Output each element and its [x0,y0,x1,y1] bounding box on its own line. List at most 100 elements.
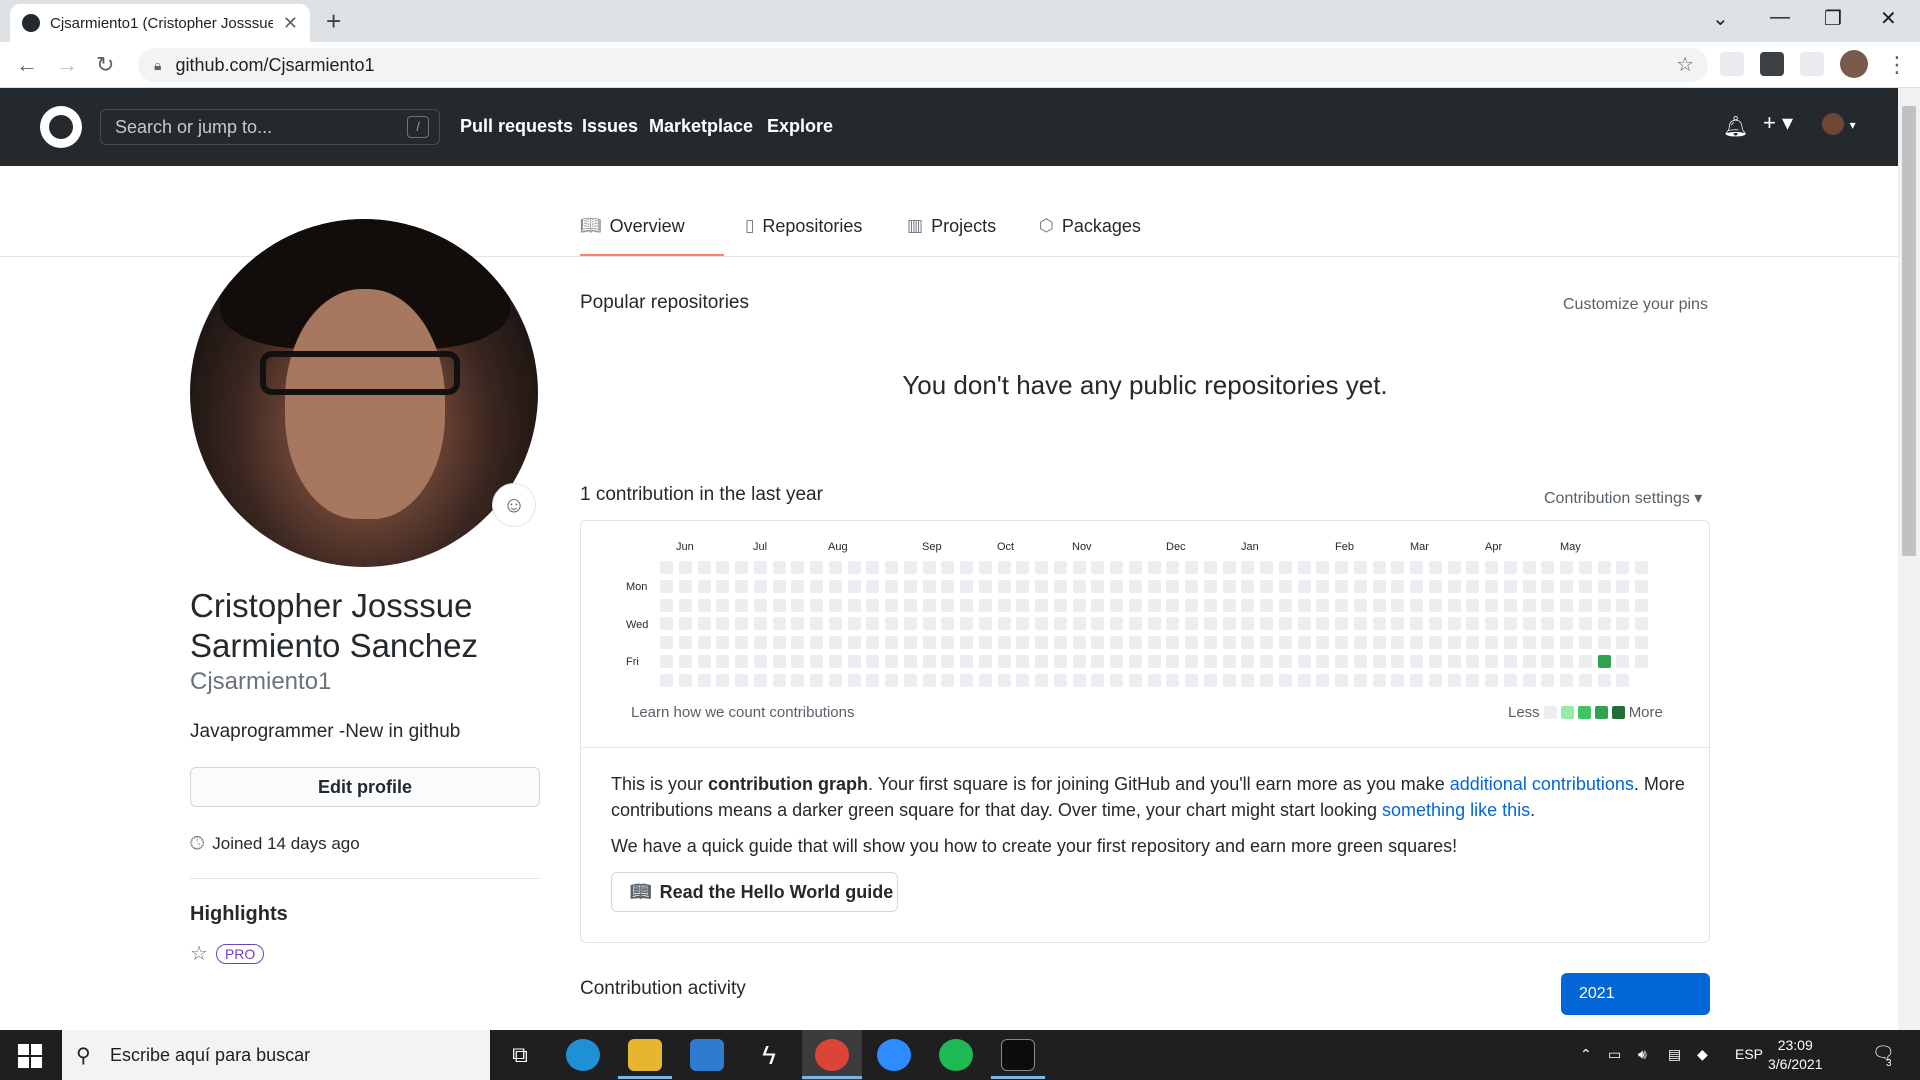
contribution-day-cell[interactable] [847,617,861,631]
contribution-day-cell[interactable] [1485,617,1498,631]
contribution-day-cell[interactable] [1035,673,1048,687]
contribution-day-cell[interactable] [772,617,786,631]
contribution-day-cell[interactable] [1035,636,1048,649]
network-icon[interactable]: ▤ [1668,1046,1681,1063]
contribution-day-cell[interactable] [735,579,748,593]
contribution-day-cell[interactable] [997,598,1011,612]
contribution-day-cell[interactable] [1541,579,1555,593]
new-tab-icon[interactable]: + [326,8,341,34]
contribution-day-cell[interactable] [997,654,1011,668]
contribution-day-cell[interactable] [1560,579,1573,593]
contribution-day-cell[interactable] [1428,636,1442,649]
contribution-day-cell[interactable] [941,598,955,612]
contribution-day-cell[interactable] [1260,579,1273,593]
contribution-day-cell[interactable] [660,617,673,631]
contribution-day-cell[interactable] [791,673,805,687]
contribution-day-cell[interactable] [978,654,992,668]
contribution-day-cell[interactable] [1447,579,1461,593]
contribution-day-cell[interactable] [903,673,917,687]
contribution-day-cell[interactable] [941,561,955,574]
contribution-day-cell[interactable] [810,673,823,687]
contribution-day-cell[interactable] [1016,617,1030,631]
contribution-day-cell[interactable] [866,636,880,649]
contribution-day-cell[interactable] [1072,561,1086,574]
contribution-day-cell[interactable] [885,636,898,649]
contribution-day-cell[interactable] [697,561,711,574]
close-window-icon[interactable]: ✕ [1880,6,1897,31]
contribution-day-cell[interactable] [1503,654,1517,668]
contribution-day-cell[interactable] [1560,598,1573,612]
contribution-day-cell[interactable] [978,617,992,631]
contribution-day-cell[interactable] [660,673,673,687]
contribution-day-cell[interactable] [1353,598,1367,612]
tab-packages[interactable]: ⬡ Packages [1039,216,1141,256]
search-input[interactable]: Search or jump to... / [100,109,440,145]
contribution-day-cell[interactable] [1166,654,1180,668]
contribution-day-cell[interactable] [1466,673,1480,687]
contribution-day-cell[interactable] [716,636,730,649]
contribution-day-cell[interactable] [772,636,786,649]
contribution-day-cell[interactable] [941,654,955,668]
contribution-day-cell[interactable] [1541,673,1555,687]
contribution-day-cell[interactable] [1541,617,1555,631]
contribution-day-cell[interactable] [1485,579,1498,593]
contribution-day-cell[interactable] [1597,561,1611,574]
contribution-day-cell[interactable] [791,579,805,593]
contribution-day-cell[interactable] [1616,561,1630,574]
contribution-day-cell[interactable] [1391,579,1405,593]
contribution-day-cell[interactable] [1522,561,1536,574]
contribution-day-cell[interactable] [960,654,973,668]
contribution-day-cell[interactable] [1391,636,1405,649]
contribution-day-cell[interactable] [697,598,711,612]
contribution-day-cell[interactable] [1541,598,1555,612]
contribution-day-cell[interactable] [1053,673,1067,687]
contribution-day-cell[interactable] [1166,579,1180,593]
contribution-day-cell[interactable] [1391,617,1405,631]
contribution-day-cell[interactable] [1503,561,1517,574]
contribution-day-cell[interactable] [1035,579,1048,593]
contribution-day-cell[interactable] [1372,598,1386,612]
contribution-day-cell[interactable] [1072,579,1086,593]
contribution-day-cell[interactable] [1541,561,1555,574]
contribution-day-cell[interactable] [1278,654,1292,668]
contribution-day-cell[interactable] [1635,617,1648,631]
contribution-day-cell[interactable] [885,617,898,631]
contribution-day-cell[interactable] [1297,636,1311,649]
contribution-day-cell[interactable] [885,598,898,612]
contribution-day-cell[interactable] [1316,579,1330,593]
contribution-day-cell[interactable] [1410,561,1423,574]
contribution-day-cell[interactable] [1428,654,1442,668]
contribution-day-cell[interactable] [791,598,805,612]
hello-world-guide-button[interactable]: 📖︎ Read the Hello World guide [611,872,898,912]
contribution-day-cell[interactable] [828,654,842,668]
contribution-day-cell[interactable] [791,561,805,574]
contribution-day-cell[interactable] [1372,654,1386,668]
contribution-day-cell[interactable] [1428,673,1442,687]
contribution-day-cell[interactable] [978,673,992,687]
contribution-day-cell[interactable] [1522,598,1536,612]
contribution-day-cell[interactable] [1110,673,1123,687]
contribution-day-cell[interactable] [847,654,861,668]
github-logo-icon[interactable] [40,106,82,148]
contribution-day-cell[interactable] [978,579,992,593]
contribution-day-cell[interactable] [1578,598,1592,612]
contribution-day-cell[interactable] [716,579,730,593]
contribution-day-cell[interactable] [960,636,973,649]
contribution-day-cell[interactable] [1353,561,1367,574]
contribution-day-cell[interactable] [922,598,936,612]
contribution-day-cell[interactable] [1616,617,1630,631]
contribution-day-cell[interactable] [1035,617,1048,631]
scrollbar-thumb[interactable] [1902,106,1916,556]
contribution-day-cell[interactable] [1185,673,1198,687]
puzzle-icon[interactable] [1800,52,1824,76]
contribution-day-cell[interactable] [1297,579,1311,593]
contribution-day-cell[interactable] [1278,561,1292,574]
contribution-day-cell[interactable] [1222,561,1236,574]
contribution-day-cell[interactable] [903,617,917,631]
close-tab-icon[interactable]: ✕ [283,13,298,34]
pro-badge[interactable]: PRO [215,943,265,964]
contribution-day-cell[interactable] [1316,598,1330,612]
contribution-day-cell[interactable] [1053,636,1067,649]
contribution-day-cell[interactable] [1110,654,1123,668]
contribution-day-cell[interactable] [735,561,748,574]
